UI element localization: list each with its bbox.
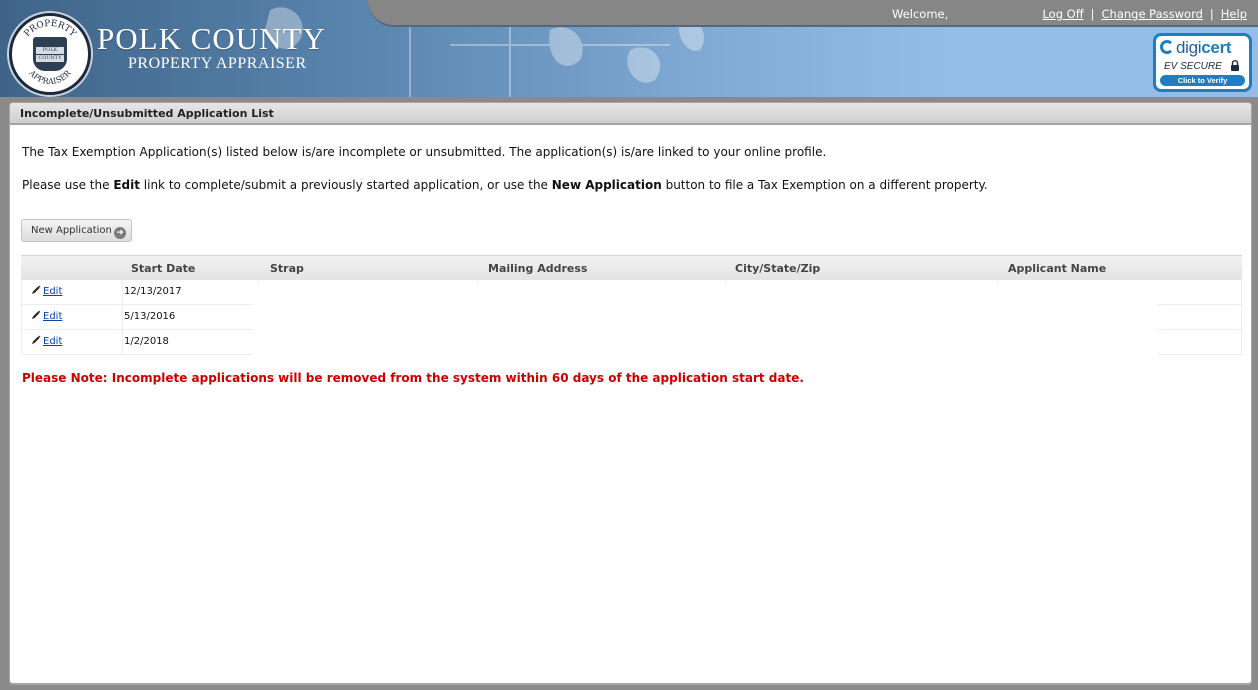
brand-subtitle: PROPERTY APPRAISER (128, 55, 307, 72)
property-appraiser-seal-logo: PROPERTY APPRAISER POLK COUNTY (9, 13, 91, 95)
arrow-right-circle-icon: ➜ (113, 227, 126, 239)
panel-title: Incomplete/Unsubmitted Application List (10, 103, 1251, 125)
row-tail-cell (1158, 280, 1242, 305)
row-tail-cell (1158, 330, 1242, 355)
change-password-link[interactable]: Change Password (1102, 7, 1203, 21)
click-to-verify-label: Click to Verify (1160, 75, 1245, 86)
site-header: PROPERTY APPRAISER POLK COUNTY POLK COUN… (0, 0, 1258, 97)
pencil-icon (32, 335, 41, 344)
column-header-city-state-zip[interactable]: City/State/Zip (735, 262, 820, 275)
link-separator: | (1209, 7, 1214, 21)
ev-secure-label: EV SECURE (1164, 61, 1222, 72)
log-off-link[interactable]: Log Off (1042, 7, 1083, 21)
top-user-bar: Welcome, Log Off | Change Password | Help (368, 0, 1258, 27)
table-row: Edit 12/13/2017 (21, 280, 1242, 305)
table-header: Start Date Strap Mailing Address City/St… (21, 255, 1242, 280)
new-application-button[interactable]: New Application ➜ (21, 219, 132, 242)
brand-title: POLK COUNTY (97, 21, 326, 56)
digicert-ev-secure-badge[interactable]: digicert EV SECURE Click to Verify (1153, 33, 1252, 92)
start-date-cell: 12/13/2017 (122, 280, 253, 305)
digicert-ring-icon (1160, 40, 1174, 54)
column-divider (477, 280, 478, 283)
edit-cell: Edit (21, 330, 122, 355)
edit-link[interactable]: Edit (43, 286, 62, 297)
help-link[interactable]: Help (1221, 7, 1247, 21)
welcome-text: Welcome, (892, 7, 949, 21)
start-date-cell: 5/13/2016 (122, 305, 253, 330)
seal-shield: POLK COUNTY (33, 37, 67, 71)
column-header-applicant-name[interactable]: Applicant Name (1008, 262, 1106, 275)
new-application-label: New Application (31, 225, 112, 236)
edit-link[interactable]: Edit (43, 336, 62, 347)
user-links: Log Off | Change Password | Help (1042, 7, 1247, 21)
row-tail-cell (1158, 305, 1242, 330)
digicert-logo: digicert (1160, 38, 1232, 58)
pencil-icon (32, 285, 41, 294)
application-list-panel: Incomplete/Unsubmitted Application List … (9, 102, 1252, 685)
edit-cell: Edit (21, 305, 122, 330)
instructions-text: Please use the Edit link to complete/sub… (22, 178, 988, 192)
column-divider (725, 280, 726, 283)
column-header-start-date[interactable]: Start Date (131, 262, 195, 275)
applications-table: Start Date Strap Mailing Address City/St… (21, 255, 1242, 355)
column-header-strap[interactable]: Strap (270, 262, 304, 275)
column-header-mailing-address[interactable]: Mailing Address (488, 262, 587, 275)
pencil-icon (32, 310, 41, 319)
lock-icon (1231, 60, 1239, 71)
seal-text-polk: POLK (36, 47, 64, 54)
removal-notice: Please Note: Incomplete applications wil… (22, 371, 804, 385)
seal-text-county: COUNTY (36, 55, 64, 62)
edit-cell: Edit (21, 280, 122, 305)
link-separator: | (1090, 7, 1095, 21)
start-date-cell: 1/2/2018 (122, 330, 253, 355)
table-row: Edit 1/2/2018 (21, 330, 1242, 355)
column-divider (997, 280, 998, 283)
edit-link[interactable]: Edit (43, 311, 62, 322)
column-divider (258, 280, 259, 283)
intro-text: The Tax Exemption Application(s) listed … (22, 145, 827, 159)
table-row: Edit 5/13/2016 (21, 305, 1242, 330)
